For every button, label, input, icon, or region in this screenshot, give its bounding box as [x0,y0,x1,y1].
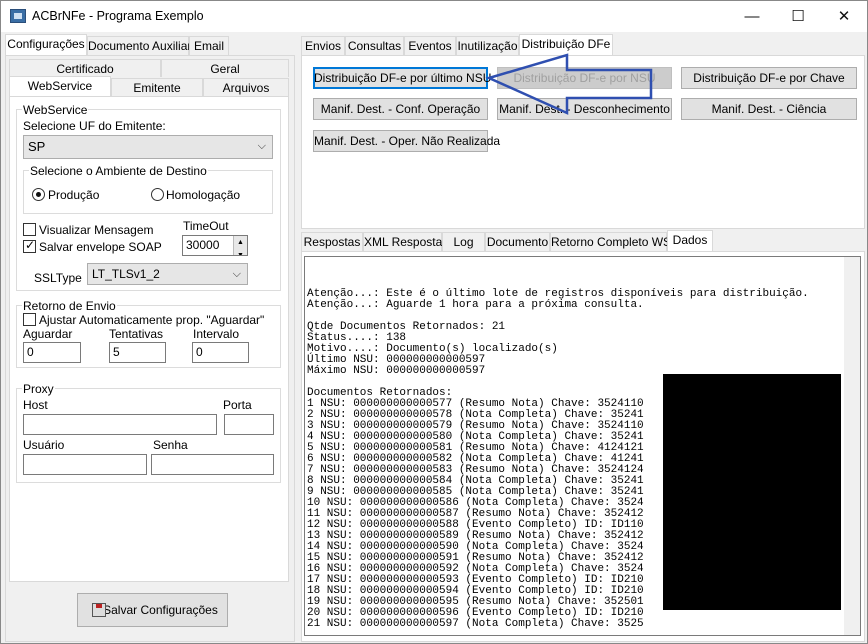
retorno-group-title: Retorno de Envio [22,299,117,313]
memo-line: 21 NSU: 000000000000597 (Nota Completa) … [307,618,644,630]
tab-emitente[interactable]: Emitente [111,78,203,96]
tentativas-label: Tentativas [109,327,164,341]
tab-consultas[interactable]: Consultas [345,36,404,56]
manif-oper-nao-realizada-button[interactable]: Manif. Dest. - Oper. Não Realizada [313,130,500,152]
tab-certificado[interactable]: Certificado [9,59,161,77]
maximize-icon[interactable]: ☐ [775,1,821,32]
visualizar-mensagem-label: Visualizar Mensagem [39,223,154,237]
tab-configuracoes[interactable]: Configurações [5,34,87,56]
timeout-label: TimeOut [183,219,229,233]
ambiente-group-title: Selecione o Ambiente de Destino [29,164,208,178]
tab-envios[interactable]: Envios [301,36,345,56]
tab-log[interactable]: Log [442,232,485,252]
tab-retorno-completo-ws[interactable]: Retorno Completo WS [550,232,671,252]
tab-xml-resposta[interactable]: XML Resposta [363,232,442,252]
redacted-block [663,374,841,610]
ajustar-label: Ajustar Automaticamente prop. "Aguardar" [39,313,265,327]
senha-label: Senha [153,438,188,452]
title-bar: ACBrNFe - Programa Exemplo — ☐ ✕ [1,1,867,32]
salvar-envelope-label: Salvar envelope SOAP [39,240,162,254]
tentativas-input[interactable]: 5 [109,342,166,363]
usuario-label: Usuário [23,438,65,452]
timeout-value: 30000 [186,238,220,252]
senha-input[interactable] [151,454,274,475]
tab-geral[interactable]: Geral [161,59,289,77]
proxy-group-title: Proxy [22,382,55,396]
ajustar-checkbox[interactable] [23,313,36,326]
timeout-spinner[interactable]: ▲ ▼ [233,236,247,255]
ssltype-select[interactable]: LT_TLSv1_2 ⌵ [87,263,248,285]
tab-documento-auxiliar[interactable]: Documento Auxiliar [87,36,191,56]
memo-scrollbar[interactable] [844,257,860,635]
tab-arquivos[interactable]: Arquivos [203,78,289,96]
chevron-down-icon: ⌵ [257,140,266,152]
intervalo-label: Intervalo [193,327,240,341]
tab-webservice[interactable]: WebService [9,76,111,97]
minimize-icon[interactable]: — [729,1,775,32]
window-title: ACBrNFe - Programa Exemplo [32,9,204,23]
host-input[interactable] [23,414,217,435]
dist-chave-button[interactable]: Distribuição DF-e por Chave [681,67,857,89]
uf-select-value: SP [28,139,46,154]
salvar-envelope-checkbox[interactable] [23,238,36,253]
porta-input[interactable] [224,414,274,435]
salvar-configuracoes-label: Salvar Configurações [103,603,218,617]
uf-label: Selecione UF do Emitente: [23,119,166,133]
dist-ultimo-nsu-button[interactable]: Distribuição DF-e por último NSU [313,67,491,89]
homologacao-label: Homologação [166,188,241,202]
tab-dados[interactable]: Dados [667,230,713,252]
app-icon [10,9,26,23]
main-window: ACBrNFe - Programa Exemplo — ☐ ✕ Configu… [0,0,868,644]
producao-label: Produção [48,188,100,202]
annotation-arrow-icon [485,53,653,115]
salvar-configuracoes-button[interactable]: Salvar Configurações [77,593,228,627]
timeout-input[interactable]: 30000 ▲ ▼ [182,235,248,256]
ssltype-select-value: LT_TLSv1_2 [92,267,160,281]
tab-documento[interactable]: Documento [485,232,550,252]
producao-radio[interactable] [32,188,45,201]
tab-eventos[interactable]: Eventos [404,36,456,56]
intervalo-input[interactable]: 0 [192,342,249,363]
tab-email[interactable]: Email [189,36,229,56]
uf-select[interactable]: SP ⌵ [23,135,273,159]
homologacao-radio[interactable] [151,188,164,201]
webservice-group-title: WebService [22,103,89,117]
manif-ciencia-button[interactable]: Manif. Dest. - Ciência [681,98,857,120]
tab-respostas[interactable]: Respostas [301,232,363,252]
close-icon[interactable]: ✕ [821,1,867,32]
ssltype-label: SSLType [34,271,82,285]
aguardar-label: Aguardar [23,327,73,341]
aguardar-input[interactable]: 0 [23,342,81,363]
porta-label: Porta [223,398,252,412]
visualizar-mensagem-checkbox[interactable] [23,223,36,236]
manif-conf-operacao-button[interactable]: Manif. Dest. - Conf. Operação [313,98,488,120]
chevron-down-icon: ⌵ [232,268,241,280]
usuario-input[interactable] [23,454,147,475]
host-label: Host [23,398,48,412]
memo-line: Atenção...: Aguarde 1 hora para a próxim… [307,299,644,311]
save-icon [92,603,106,617]
